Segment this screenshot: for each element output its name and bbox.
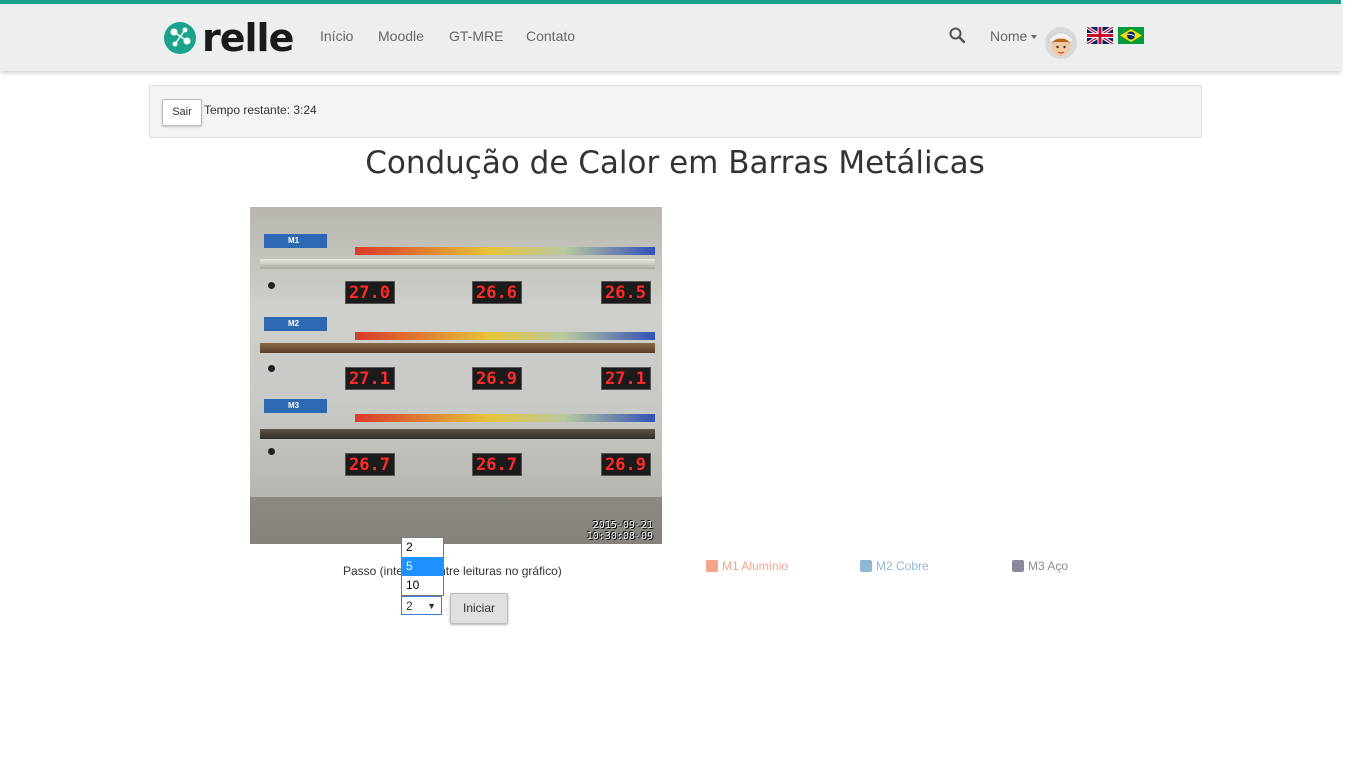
bar-tag-m2: M2 — [264, 317, 327, 331]
heat-strip-m2 — [355, 332, 655, 340]
step-label: Passo (intervalo entre leituras no gráfi… — [343, 564, 562, 578]
timestamp-time: 10:30:08-09 — [586, 531, 653, 542]
legend-item-m3[interactable]: M3 Aço — [1012, 559, 1068, 573]
temp-display-m3-t2: 26.7 — [472, 453, 522, 476]
mount-dot — [268, 365, 275, 372]
nav-item-gt-mre[interactable]: GT-MRE — [449, 28, 503, 44]
step-option-5[interactable]: 5 — [402, 557, 443, 576]
user-name-label: Nome — [990, 28, 1028, 44]
timestamp-date: 2015-09-21 — [592, 520, 653, 531]
temp-display-m2-t2: 26.9 — [472, 367, 522, 390]
temp-display-m2-t1: 27.1 — [345, 367, 395, 390]
lab-camera-feed: M1 M2 M3 27.0 26.6 26.5 27.1 26.9 27.1 2… — [250, 207, 662, 544]
exit-button[interactable]: Sair — [162, 99, 202, 126]
logo-text: relle — [202, 16, 294, 60]
page-title: Condução de Calor em Barras Metálicas — [365, 145, 985, 181]
nav-item-contato[interactable]: Contato — [526, 28, 575, 44]
metal-rod-m1 — [260, 259, 655, 269]
camera-timestamp: 2015-09-21 10:30:08-09 — [587, 520, 653, 542]
navbar: relle Início Moodle GT-MRE Contato Nome — [0, 4, 1341, 71]
legend-item-m1[interactable]: M1 Alumínio — [706, 559, 788, 573]
step-select[interactable]: 2 ▼ — [401, 596, 442, 615]
uk-flag-icon[interactable] — [1087, 27, 1113, 44]
brazil-flag-icon[interactable] — [1118, 27, 1144, 44]
mount-dot — [268, 282, 275, 289]
step-select-value: 2 — [406, 599, 413, 613]
search-icon[interactable] — [949, 27, 965, 43]
caret-down-icon — [1031, 35, 1038, 40]
relle-logo-icon — [164, 22, 196, 54]
start-button[interactable]: Iniciar — [450, 593, 508, 624]
avatar[interactable] — [1044, 22, 1078, 62]
temp-display-m3-t1: 26.7 — [345, 453, 395, 476]
temp-display-m1-t2: 26.6 — [472, 281, 522, 304]
legend-swatch — [860, 560, 872, 572]
heat-strip-m3 — [355, 414, 655, 422]
heat-strip-m1 — [355, 247, 655, 255]
legend-swatch — [1012, 560, 1024, 572]
step-option-10[interactable]: 10 — [402, 576, 443, 595]
legend-label: M1 Alumínio — [722, 559, 789, 573]
legend-label: M2 Cobre — [876, 559, 929, 573]
temp-display-m1-t1: 27.0 — [345, 281, 395, 304]
legend-swatch — [706, 560, 718, 572]
step-dropdown-list[interactable]: 2 5 10 — [401, 537, 444, 596]
mount-dot — [268, 448, 275, 455]
bar-tag-m1: M1 — [264, 234, 327, 248]
nav-item-inicio[interactable]: Início — [320, 28, 353, 44]
legend-item-m2[interactable]: M2 Cobre — [860, 559, 929, 573]
step-option-2[interactable]: 2 — [402, 538, 443, 557]
temp-display-m3-t3: 26.9 — [601, 453, 651, 476]
nav-item-moodle[interactable]: Moodle — [378, 28, 424, 44]
session-panel: Sair Tempo restante: 3:24 — [149, 85, 1202, 138]
bar-tag-m3: M3 — [264, 399, 327, 413]
metal-rod-m3 — [260, 429, 655, 439]
user-menu[interactable]: Nome — [990, 28, 1038, 44]
dropdown-arrow-icon: ▼ — [427, 601, 436, 611]
metal-rod-m2 — [260, 343, 655, 353]
temp-display-m1-t3: 26.5 — [601, 281, 651, 304]
logo[interactable]: relle — [162, 16, 294, 60]
legend-label: M3 Aço — [1028, 559, 1069, 573]
temp-display-m2-t3: 27.1 — [601, 367, 651, 390]
time-remaining: Tempo restante: 3:24 — [204, 103, 317, 117]
